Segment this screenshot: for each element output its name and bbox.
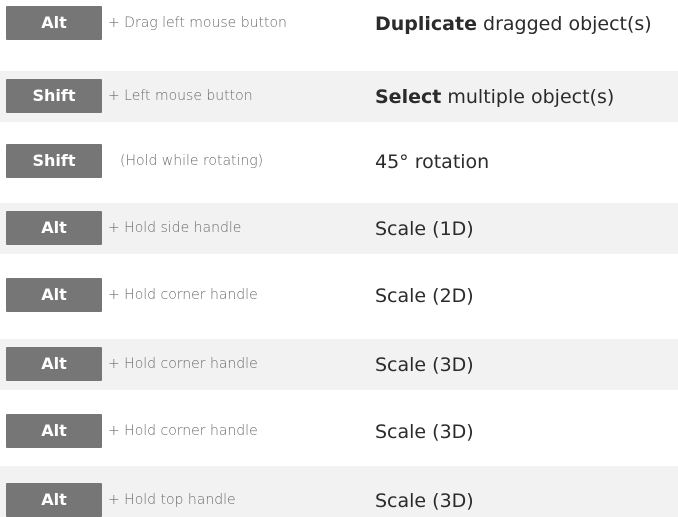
modifier-hint: + Hold side handle [108, 220, 242, 236]
shortcut-row: Alt + Hold corner handle Scale (2D) [0, 270, 678, 321]
action-verb: Select [375, 86, 442, 108]
action-description: Duplicate dragged object(s) [375, 12, 652, 36]
modifier-hint: + Hold top handle [108, 492, 236, 508]
shortcut-row: Alt + Hold corner handle Scale (3D) [0, 339, 678, 390]
action-description: Scale (3D) [375, 489, 474, 513]
action-verb: Duplicate [375, 13, 477, 35]
key-badge: Alt [6, 6, 102, 40]
modifier-hint: + Drag left mouse button [108, 15, 287, 31]
modifier-hint: + Hold corner handle [108, 287, 258, 303]
action-text: Scale (3D) [375, 490, 474, 512]
shortcut-row: Alt + Drag left mouse button Duplicate d… [0, 0, 678, 51]
key-badge: Shift [6, 144, 102, 178]
action-text: Scale (1D) [375, 218, 474, 240]
action-description: Scale (3D) [375, 420, 474, 444]
action-description: 45° rotation [375, 150, 489, 174]
shortcut-row: Shift (Hold while rotating) 45° rotation [0, 136, 678, 187]
action-description: Scale (3D) [375, 353, 474, 377]
action-text: Scale (2D) [375, 285, 474, 307]
action-text: Scale (3D) [375, 421, 474, 443]
shortcut-row: Alt + Hold top handle Scale (3D) [0, 466, 678, 517]
action-text: multiple object(s) [441, 86, 615, 108]
action-description: Scale (1D) [375, 217, 474, 241]
key-badge: Alt [6, 347, 102, 381]
modifier-hint: + Hold corner handle [108, 356, 258, 372]
shortcut-row: Shift + Left mouse button Select multipl… [0, 71, 678, 122]
key-badge: Alt [6, 483, 102, 517]
shortcut-row: Alt + Hold side handle Scale (1D) [0, 203, 678, 254]
action-description: Select multiple object(s) [375, 85, 614, 109]
key-badge: Alt [6, 414, 102, 448]
modifier-hint: (Hold while rotating) [120, 153, 264, 169]
action-description: Scale (2D) [375, 284, 474, 308]
modifier-hint: + Left mouse button [108, 88, 253, 104]
action-text: dragged object(s) [476, 13, 652, 35]
action-text: 45° rotation [375, 151, 490, 173]
action-text: Scale (3D) [375, 354, 474, 376]
key-badge: Alt [6, 211, 102, 245]
shortcut-row: Alt + Hold corner handle Scale (3D) [0, 406, 678, 457]
key-badge: Shift [6, 79, 102, 113]
key-badge: Alt [6, 278, 102, 312]
modifier-hint: + Hold corner handle [108, 423, 258, 439]
